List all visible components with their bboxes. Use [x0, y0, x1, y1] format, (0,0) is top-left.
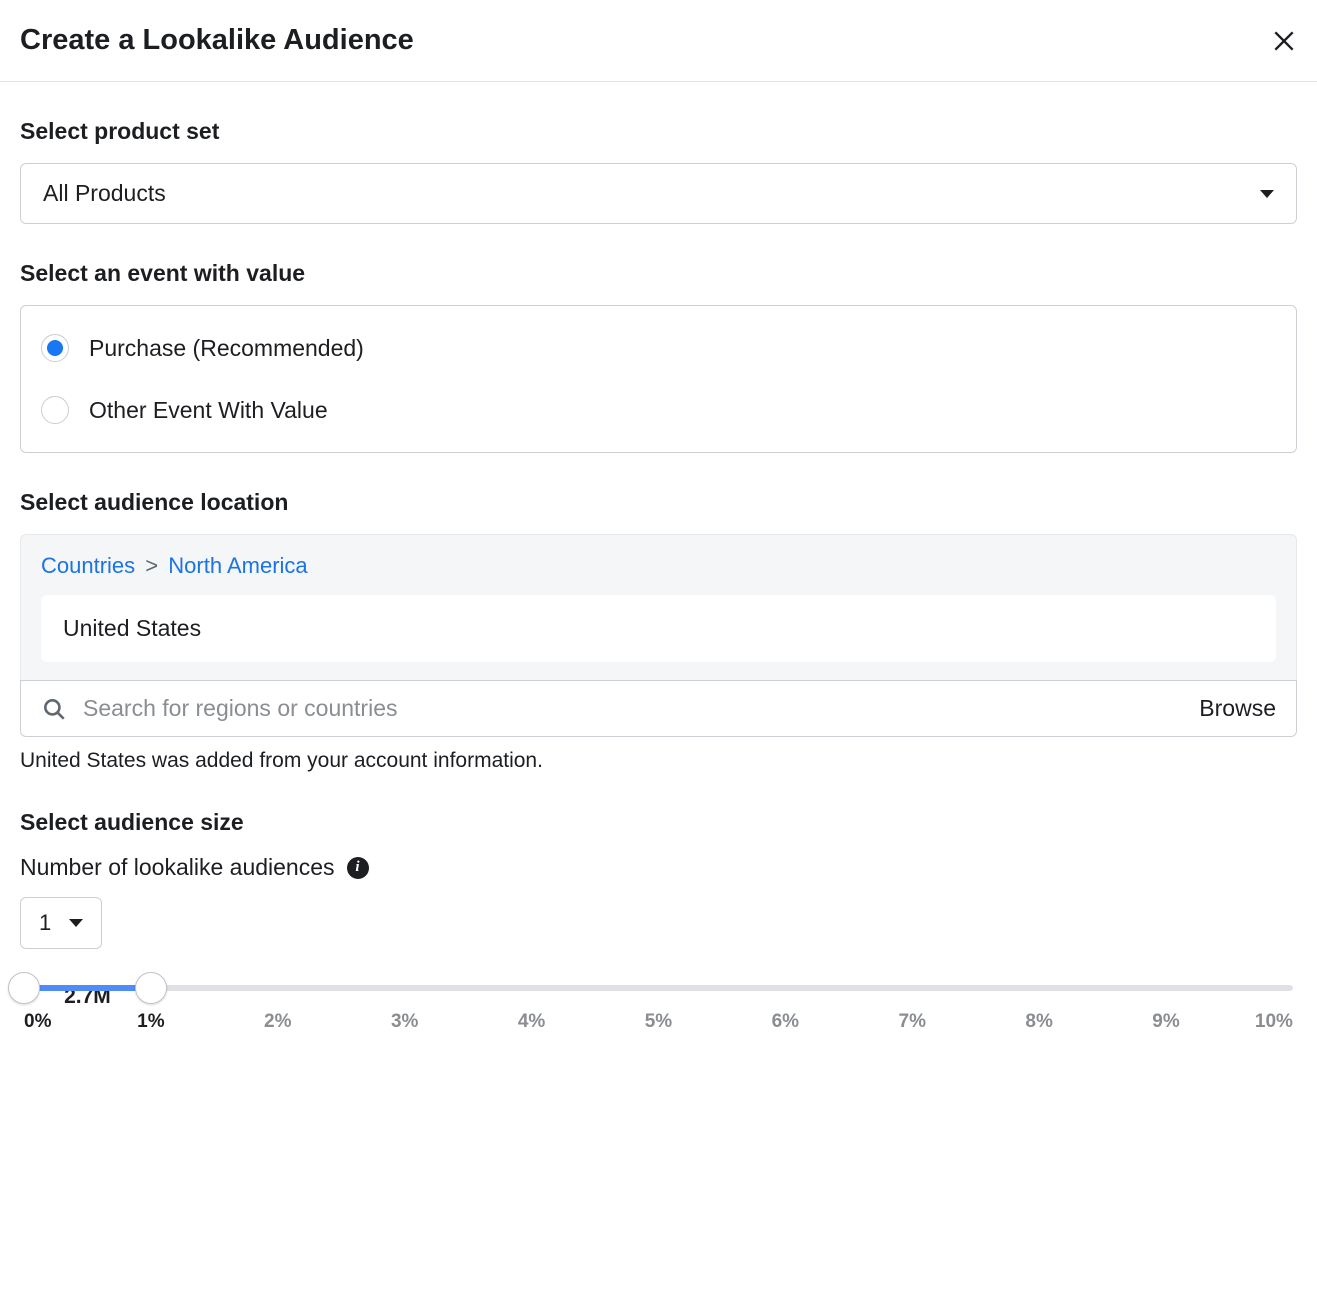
location-breadcrumb: Countries > North America: [41, 553, 1276, 579]
product-set-section: Select product set All Products: [0, 118, 1317, 224]
radio-option-other[interactable]: Other Event With Value: [41, 386, 1276, 434]
radio-icon: [41, 396, 69, 424]
size-section: Select audience size Number of lookalike…: [0, 809, 1317, 1011]
location-chip-label: United States: [63, 615, 201, 641]
size-sublabel-row: Number of lookalike audiences i: [20, 854, 1297, 881]
select-value: 1: [39, 910, 51, 936]
radio-icon: [41, 334, 69, 362]
audience-count-select[interactable]: 1: [20, 897, 102, 949]
size-sublabel: Number of lookalike audiences: [20, 854, 335, 881]
radio-label: Purchase (Recommended): [89, 335, 364, 362]
size-slider: 2.7M 0%1%2%3%4%5%6%7%8%9%10%: [20, 985, 1297, 1011]
breadcrumb-leaf[interactable]: North America: [168, 553, 307, 578]
close-icon[interactable]: [1271, 28, 1297, 54]
browse-link[interactable]: Browse: [1199, 695, 1276, 722]
location-chip[interactable]: United States: [41, 595, 1276, 662]
section-label: Select an event with value: [20, 260, 1297, 287]
event-radio-group: Purchase (Recommended) Other Event With …: [20, 305, 1297, 453]
location-search-input[interactable]: [83, 695, 1183, 722]
section-label: Select audience size: [20, 809, 1297, 836]
slider-handle-low[interactable]: [8, 972, 40, 1004]
dialog-header: Create a Lookalike Audience: [0, 0, 1317, 82]
location-section: Select audience location Countries > Nor…: [0, 489, 1317, 773]
caret-down-icon: [1260, 190, 1274, 198]
breadcrumb-root[interactable]: Countries: [41, 553, 135, 578]
section-label: Select audience location: [20, 489, 1297, 516]
slider-fill: [24, 985, 151, 991]
info-icon[interactable]: i: [347, 857, 369, 879]
lookalike-dialog: Create a Lookalike Audience Select produ…: [0, 0, 1317, 1011]
breadcrumb-separator: >: [145, 553, 158, 578]
search-icon: [41, 696, 67, 722]
radio-option-purchase[interactable]: Purchase (Recommended): [41, 324, 1276, 372]
slider-handle-high[interactable]: [135, 972, 167, 1004]
location-search-row: Browse: [20, 680, 1297, 737]
caret-down-icon: [69, 919, 83, 927]
product-set-dropdown[interactable]: All Products: [20, 163, 1297, 224]
dialog-title: Create a Lookalike Audience: [20, 24, 414, 57]
location-helper-text: United States was added from your accoun…: [20, 749, 1297, 773]
slider-track[interactable]: [24, 985, 1293, 991]
section-label: Select product set: [20, 118, 1297, 145]
event-section: Select an event with value Purchase (Rec…: [0, 260, 1317, 453]
dropdown-value: All Products: [43, 180, 166, 207]
location-box: Countries > North America United States: [20, 534, 1297, 681]
radio-label: Other Event With Value: [89, 397, 328, 424]
